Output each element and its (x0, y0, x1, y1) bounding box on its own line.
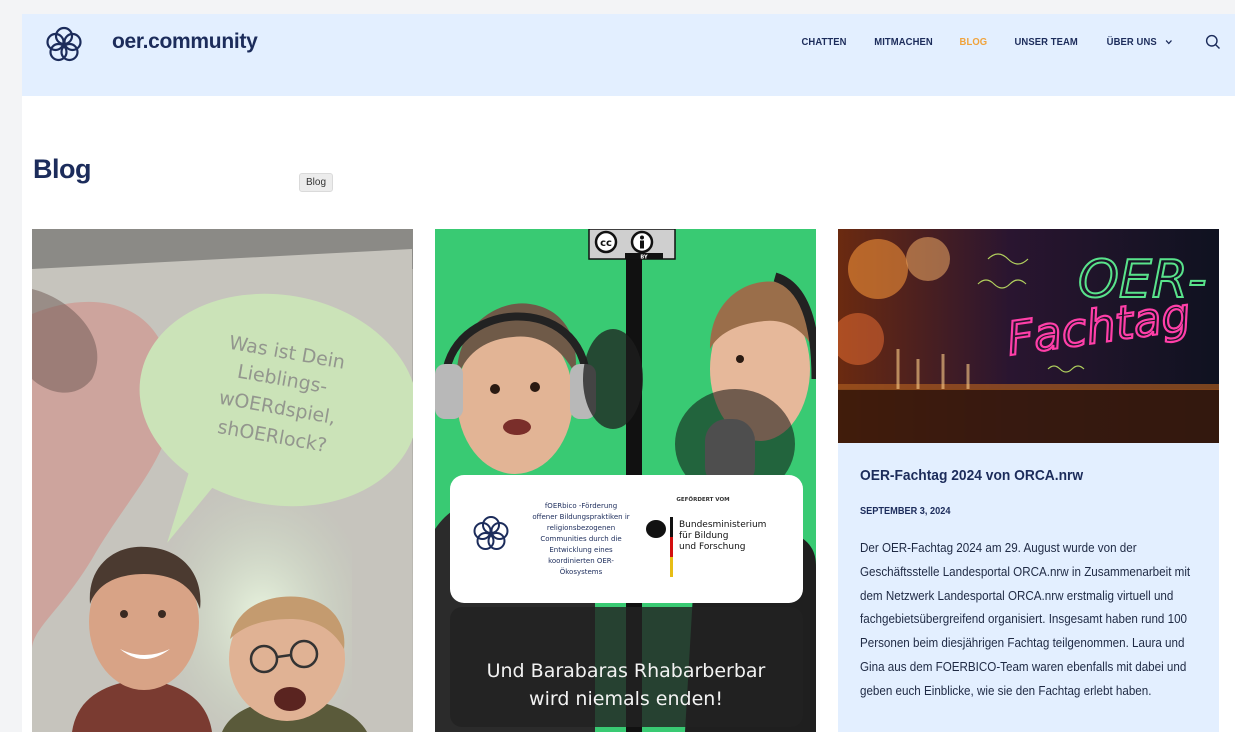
site-name-link[interactable]: oer.community (112, 30, 258, 54)
page-frame: oer.community CHATTEN MITMACHEN BLOG UNS… (22, 14, 1235, 732)
funding-text-line: religionsbezogenen (547, 524, 615, 532)
nav-item-mitmachen[interactable]: MITMACHEN (874, 36, 933, 48)
ministry-text-line: und Forschung (679, 542, 746, 552)
nav-item-chatten[interactable]: CHATTEN (802, 36, 847, 48)
caption-line: Und Barabaras Rhabarberbar (487, 660, 766, 682)
post-title-link[interactable]: OER-Fachtag 2024 von ORCA.nrw (860, 467, 1170, 484)
funding-text-line: Communities durch die (540, 535, 621, 543)
funder-label: GEFÖRDERT VOM (676, 496, 729, 503)
page-title: Blog (33, 154, 92, 184)
blog-post-card[interactable]: OER- Fachtag OER-Fachtag 2024 von ORCA.n… (838, 229, 1219, 732)
post-date: SEPTEMBER 3, 2024 (860, 506, 951, 517)
funding-text-line: fOERbico -Förderung (545, 502, 617, 510)
chevron-down-icon[interactable] (1164, 37, 1173, 47)
funding-text-line: offener Bildungspraktiken ir (532, 513, 629, 521)
caption-line: wird niemals enden! (529, 688, 723, 710)
post-image-speech-bubble-selfie[interactable]: Was ist Dein Lieblings- wOERdspiel, shOE… (32, 229, 413, 732)
nav-item-blog[interactable]: BLOG (960, 36, 988, 48)
funding-text-line: Entwicklung eines (549, 546, 613, 554)
blog-post-card[interactable]: Was ist Dein Lieblings- wOERdspiel, shOE… (32, 229, 413, 732)
post-image-podcast[interactable]: cc BY fOERbico -Förderung offener Bildun… (435, 229, 816, 732)
main-navigation: CHATTEN MITMACHEN BLOG UNSER TEAM ÜBER U… (777, 14, 1221, 70)
nav-item-ueber-uns[interactable]: ÜBER UNS (1107, 36, 1173, 48)
cc-badge-text: cc (600, 238, 612, 249)
post-image-neon-fachtag[interactable]: OER- Fachtag (838, 229, 1219, 443)
cc-by-label: BY (640, 255, 648, 261)
site-header: oer.community CHATTEN MITMACHEN BLOG UNS… (22, 14, 1235, 96)
ministry-text-line: Bundesministerium (679, 520, 766, 530)
ministry-text-line: für Bildung (679, 531, 728, 541)
nav-item-unser-team[interactable]: UNSER TEAM (1014, 36, 1077, 48)
blog-post-card[interactable]: cc BY fOERbico -Förderung offener Bildun… (435, 229, 816, 732)
funding-text-line: koordinierten OER- (548, 557, 614, 565)
search-icon[interactable] (1205, 34, 1221, 50)
flower-logo-icon[interactable] (42, 23, 86, 67)
nav-item-ueber-uns-label: ÜBER UNS (1107, 36, 1158, 48)
tooltip: Blog (299, 173, 334, 192)
post-excerpt: Der OER-Fachtag 2024 am 29. August wurde… (860, 541, 1191, 698)
funding-text-line: Ökosystems (560, 567, 603, 576)
